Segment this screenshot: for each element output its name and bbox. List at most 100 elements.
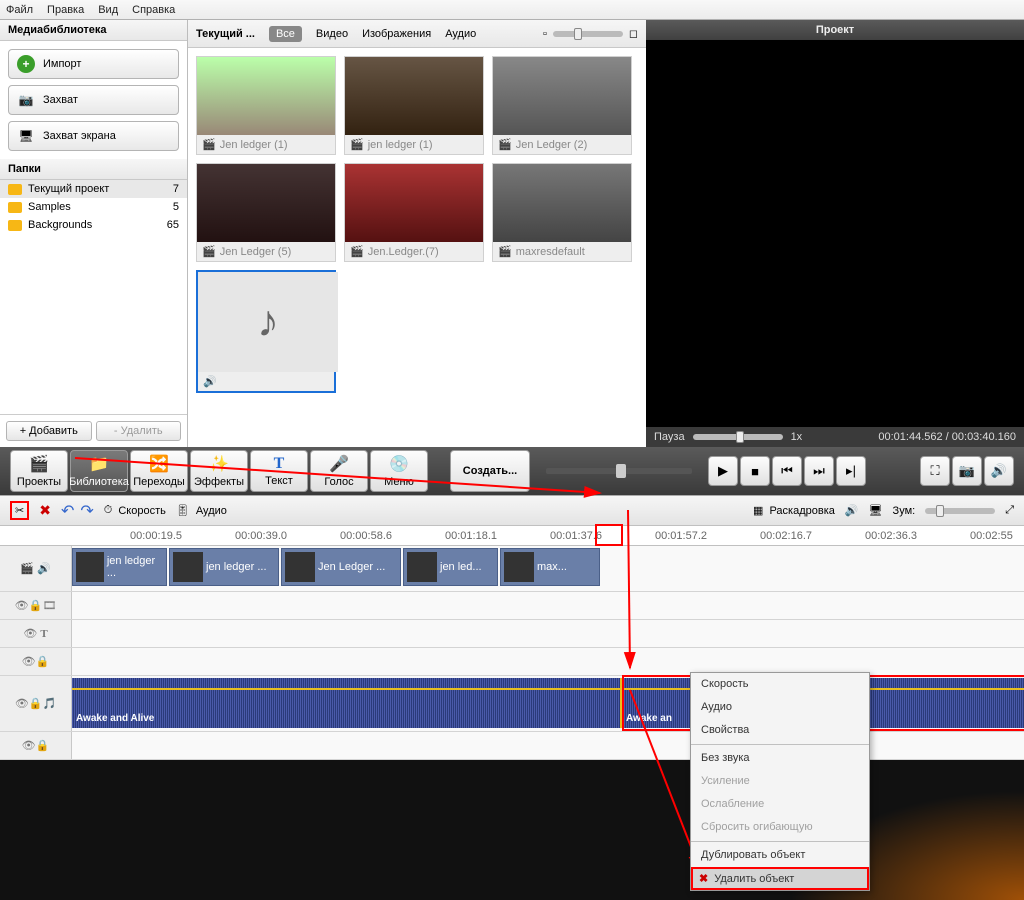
- fullscreen-button[interactable]: ⛶: [920, 456, 950, 486]
- overlay-track[interactable]: 👁🔒🎞: [0, 592, 1024, 620]
- ctx-amplify[interactable]: Усиление: [691, 770, 869, 793]
- audio-clip[interactable]: Awake and Alive Awake an: [72, 678, 1024, 728]
- video-icon: 🎬: [350, 245, 364, 258]
- size-large-icon: ◻: [629, 27, 638, 40]
- ctx-delete[interactable]: ✖Удалить объект: [691, 867, 869, 890]
- media-thumb[interactable]: 🎬Jen Ledger (5): [196, 163, 336, 262]
- capture-button[interactable]: 📷Захват: [8, 85, 179, 115]
- create-button[interactable]: Создать...: [450, 450, 530, 492]
- redo-icon[interactable]: ↷: [80, 501, 93, 521]
- next-button[interactable]: ⏭: [804, 456, 834, 486]
- menu-file[interactable]: Файл: [6, 4, 33, 16]
- folders-title: Папки: [0, 159, 187, 180]
- ctx-mute[interactable]: Без звука: [691, 747, 869, 770]
- playhead-marker[interactable]: [595, 524, 623, 546]
- screen-capture-button[interactable]: 🖥Захват экрана: [8, 121, 179, 151]
- ctx-duplicate[interactable]: Дублировать объект: [691, 844, 869, 867]
- volume-button[interactable]: 🔊: [984, 456, 1014, 486]
- folder-icon: [8, 202, 22, 213]
- effects-button[interactable]: ✨Эффекты: [190, 450, 248, 492]
- storyboard-toggle[interactable]: ▦Раскадровка: [753, 504, 835, 517]
- ctx-reset-envelope[interactable]: Сбросить огибающую: [691, 816, 869, 839]
- play-button[interactable]: ▶: [708, 456, 738, 486]
- speed-slider[interactable]: [693, 434, 783, 440]
- effect-track[interactable]: 👁🔒: [0, 648, 1024, 676]
- menubar[interactable]: Файл Правка Вид Справка: [0, 0, 1024, 20]
- menu-help[interactable]: Справка: [132, 4, 175, 16]
- folder-icon: 📁: [89, 454, 109, 474]
- media-thumb[interactable]: 🎬jen ledger (1): [344, 56, 484, 155]
- text-track[interactable]: 👁 T: [0, 620, 1024, 648]
- projects-button[interactable]: 🎬Проекты: [10, 450, 68, 492]
- video-clip[interactable]: jen ledger ...: [169, 548, 279, 586]
- audio-tool[interactable]: 🎚Аудио: [176, 504, 227, 517]
- transitions-button[interactable]: 🔀Переходы: [130, 450, 188, 492]
- folder-samples[interactable]: Samples5: [0, 198, 187, 216]
- folder-icon: [8, 184, 22, 195]
- speed-label: 1x: [791, 431, 803, 443]
- speed-tool[interactable]: ⏱Скорость: [104, 504, 166, 517]
- timeline-scrubber[interactable]: [546, 468, 692, 474]
- video-clip[interactable]: jen led...: [403, 548, 498, 586]
- menu-view[interactable]: Вид: [98, 4, 118, 16]
- split-icon: ✂: [15, 504, 24, 517]
- audio-track[interactable]: 👁🔒🎵 Awake and Alive Awake an: [0, 676, 1024, 732]
- menu-button[interactable]: 💿Меню: [370, 450, 428, 492]
- extra-track[interactable]: 👁🔒: [0, 732, 1024, 760]
- ctx-fade[interactable]: Ослабление: [691, 793, 869, 816]
- delete-icon[interactable]: ✖: [39, 502, 51, 519]
- add-folder-button[interactable]: + Добавить: [6, 421, 92, 441]
- media-thumb[interactable]: 🎬maxresdefault: [492, 163, 632, 262]
- ctx-properties[interactable]: Свойства: [691, 719, 869, 742]
- snapshot-button[interactable]: 📷: [952, 456, 982, 486]
- frame-button[interactable]: ▸|: [836, 456, 866, 486]
- undo-icon[interactable]: ↶: [61, 501, 74, 521]
- filter-video[interactable]: Видео: [316, 28, 348, 40]
- video-clip[interactable]: max...: [500, 548, 600, 586]
- sound-icon[interactable]: 🔊: [845, 504, 859, 517]
- camera-icon: 📷: [17, 91, 35, 109]
- transition-icon: 🔀: [149, 454, 169, 474]
- context-menu[interactable]: Скорость Аудио Свойства Без звука Усилен…: [690, 672, 870, 891]
- fit-icon[interactable]: ⤢: [1005, 504, 1014, 517]
- video-clip[interactable]: jen ledger ...: [72, 548, 167, 586]
- filter-all[interactable]: Все: [269, 26, 302, 42]
- media-thumb[interactable]: 🎬Jen ledger (1): [196, 56, 336, 155]
- ctx-speed[interactable]: Скорость: [691, 673, 869, 696]
- voice-button[interactable]: 🎤Голос: [310, 450, 368, 492]
- import-button[interactable]: +Импорт: [8, 49, 179, 79]
- plus-icon: +: [17, 55, 35, 73]
- filter-bar: Текущий ... Все Видео Изображения Аудио …: [188, 20, 646, 48]
- folder-backgrounds[interactable]: Backgrounds65: [0, 216, 187, 234]
- preview-title: Проект: [646, 20, 1024, 40]
- prev-button[interactable]: ⏮: [772, 456, 802, 486]
- video-clip[interactable]: Jen Ledger ...: [281, 548, 401, 586]
- delete-folder-button[interactable]: - Удалить: [96, 421, 182, 441]
- text-button[interactable]: TТекст: [250, 450, 308, 492]
- split-button[interactable]: ✂: [10, 501, 29, 520]
- ctx-audio[interactable]: Аудио: [691, 696, 869, 719]
- filter-current[interactable]: Текущий ...: [196, 28, 255, 40]
- folder-current[interactable]: Текущий проект7: [0, 180, 187, 198]
- filter-audio[interactable]: Аудио: [445, 28, 476, 40]
- preview-viewport[interactable]: [646, 40, 1024, 427]
- media-thumb-audio[interactable]: ♪🔊: [196, 270, 336, 393]
- time-ruler[interactable]: 00:00:19.500:00:39.000:00:58.600:01:18.1…: [0, 526, 1024, 546]
- thumb-size-slider[interactable]: [553, 31, 623, 37]
- library-title: Медиабиблиотека: [0, 20, 187, 41]
- filter-images[interactable]: Изображения: [362, 28, 431, 40]
- video-track[interactable]: 🎬🔊 jen ledger ... jen ledger ... Jen Led…: [0, 546, 1024, 592]
- video-icon: 🎬: [202, 245, 216, 258]
- media-thumb[interactable]: 🎬Jen Ledger (2): [492, 56, 632, 155]
- stop-button[interactable]: ■: [740, 456, 770, 486]
- gauge-icon: ⏱: [104, 504, 113, 517]
- x-icon: ✖: [699, 872, 708, 885]
- clapper-icon: 🎬: [29, 454, 49, 474]
- display-icon[interactable]: 🖥: [869, 504, 883, 517]
- video-icon: 🎬: [350, 138, 364, 151]
- menu-edit[interactable]: Правка: [47, 4, 84, 16]
- media-thumb[interactable]: 🎬Jen.Ledger.(7): [344, 163, 484, 262]
- library-button[interactable]: 📁Библиотека: [70, 450, 128, 492]
- sound-icon: 🔊: [37, 562, 51, 575]
- zoom-slider[interactable]: [925, 508, 995, 514]
